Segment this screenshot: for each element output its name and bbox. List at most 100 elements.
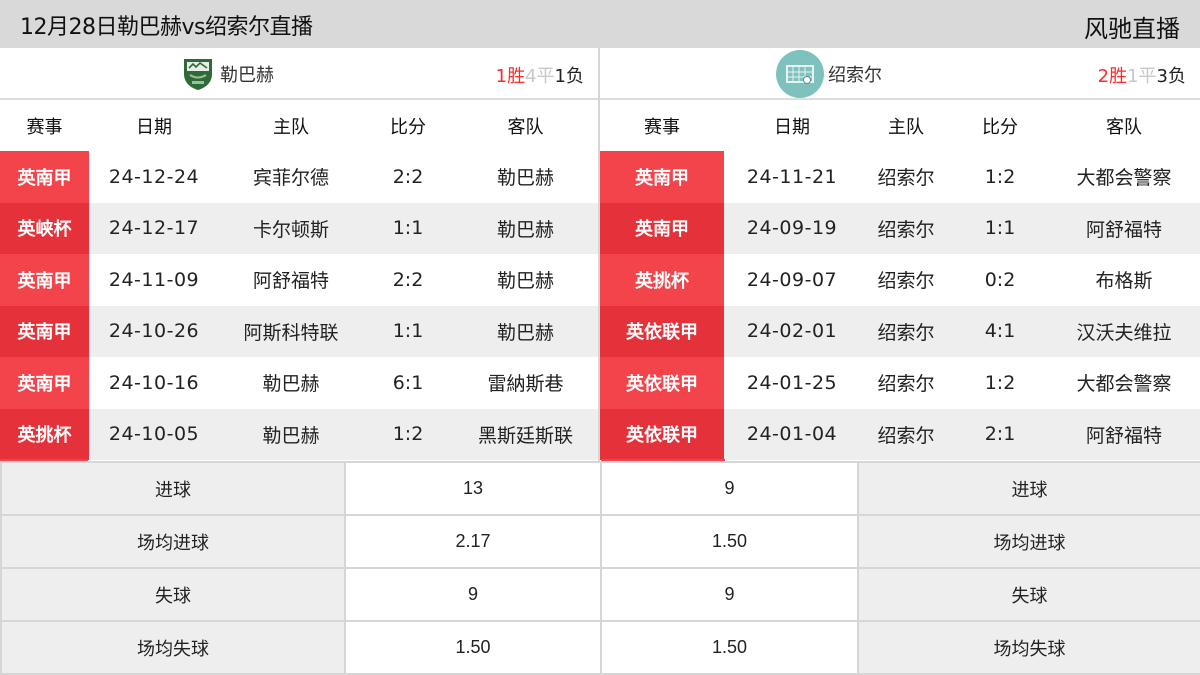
match-date: 24-09-07 — [746, 268, 838, 291]
match-row[interactable]: 英南甲 24-10-16 勒巴赫 6:1 雷納斯巷 — [0, 357, 598, 409]
stat-value-home: 13 — [344, 461, 602, 516]
away-recent-matches-table: 赛事 日期 主队 比分 客队 英南甲 24-11-21 绍索尔 1:2 大都会警察 英南甲… — [600, 100, 1200, 460]
match-score: 1:1 — [363, 202, 453, 254]
stat-value-away: 1.50 — [600, 514, 859, 569]
competition-badge: 英峡杯 — [0, 202, 89, 254]
match-score: 1:1 — [952, 202, 1048, 254]
home-team-cell: 阿舒福特 — [252, 270, 329, 293]
match-row[interactable]: 英依联甲 24-02-01 绍索尔 4:1 汉沃夫维拉 — [600, 305, 1200, 357]
record-wins: 2胜 — [1097, 66, 1128, 87]
stat-value-home: 2.17 — [344, 514, 602, 569]
stat-value-away: 9 — [600, 461, 859, 516]
brand-name: 风驰直播 — [1084, 15, 1180, 43]
home-team-cell: 绍索尔 — [877, 270, 935, 293]
competition-badge: 英依联甲 — [600, 305, 724, 357]
competition-badge: 英依联甲 — [600, 357, 724, 409]
away-team-header: 绍索尔 2胜1平3负 — [600, 48, 1200, 100]
match-date: 24-11-09 — [108, 268, 200, 291]
col-score: 比分 — [982, 116, 1018, 138]
home-team-cell: 绍索尔 — [877, 373, 935, 396]
home-team-cell: 宾菲尔德 — [252, 167, 329, 190]
away-team-record: 2胜1平3负 — [1098, 62, 1186, 88]
competition-badge: 英南甲 — [0, 357, 89, 409]
stat-value-home: 9 — [344, 567, 602, 622]
match-row[interactable]: 英南甲 24-10-26 阿斯科特联 1:1 勒巴赫 — [0, 305, 598, 357]
home-team-cell: 绍索尔 — [877, 167, 935, 190]
away-team-panel: 绍索尔 2胜1平3负 赛事 日期 主队 比分 客队 英南甲 24-11-21 绍索尔… — [600, 48, 1200, 461]
match-date: 24-09-19 — [724, 202, 860, 254]
home-team-cell: 阿斯科特联 — [219, 305, 363, 357]
match-row[interactable]: 英南甲 24-09-19 绍索尔 1:1 阿舒福特 — [600, 202, 1200, 254]
match-score: 1:2 — [984, 165, 1016, 188]
away-team-cell: 雷納斯巷 — [487, 373, 564, 396]
stat-label-home: 失球 — [0, 567, 346, 622]
record-losses: 1负 — [554, 66, 584, 87]
away-team-cell: 阿舒福特 — [1048, 408, 1200, 460]
record-draws: 4平 — [525, 66, 555, 87]
home-team-name: 勒巴赫 — [220, 65, 274, 86]
match-date: 24-12-24 — [108, 165, 200, 188]
stat-label-away: 进球 — [857, 461, 1200, 516]
match-date: 24-01-04 — [724, 408, 860, 460]
top-bar: 12月28日勒巴赫vs绍索尔直播 风驰直播 — [0, 0, 1200, 48]
away-team-cell: 大都会警察 — [1076, 167, 1172, 190]
competition-badge: 英南甲 — [0, 305, 89, 357]
stat-row: 进球 13 9 进球 — [0, 461, 1200, 516]
home-team-cell: 勒巴赫 — [262, 373, 320, 396]
col-competition: 赛事 — [644, 116, 680, 138]
match-date: 24-11-21 — [746, 165, 838, 188]
record-wins: 1胜 — [495, 66, 526, 87]
match-row[interactable]: 英依联甲 24-01-25 绍索尔 1:2 大都会警察 — [600, 357, 1200, 409]
home-team-cell: 绍索尔 — [860, 202, 952, 254]
competition-badge: 英南甲 — [600, 151, 724, 203]
goal-net-crest-icon — [776, 50, 824, 98]
competition-badge: 英南甲 — [600, 202, 724, 254]
match-row[interactable]: 英挑杯 24-09-07 绍索尔 0:2 布格斯 — [600, 254, 1200, 306]
match-score: 2:2 — [392, 268, 424, 291]
away-team[interactable]: 绍索尔 — [776, 48, 882, 100]
match-score: 6:1 — [392, 371, 424, 394]
col-home: 主队 — [888, 116, 924, 138]
match-date: 24-01-25 — [746, 371, 838, 394]
home-team-panel: 勒巴赫 1胜4平1负 赛事 日期 主队 比分 客队 英南甲 24-12-24 宾菲尔… — [0, 48, 600, 461]
table-header-row: 赛事 日期 主队 比分 客队 — [600, 100, 1200, 151]
stats-comparison: 进球 13 9 进球 场均进球 2.17 1.50 场均进球 失球 9 9 失球 场均失球 1.50 1.5… — [0, 461, 1200, 675]
shield-crest-icon — [184, 59, 212, 90]
match-date: 24-02-01 — [724, 305, 860, 357]
home-team[interactable]: 勒巴赫 — [180, 48, 274, 100]
match-row[interactable]: 英南甲 24-11-09 阿舒福特 2:2 勒巴赫 — [0, 254, 598, 306]
match-row[interactable]: 英南甲 24-12-24 宾菲尔德 2:2 勒巴赫 — [0, 151, 598, 203]
competition-badge: 英南甲 — [0, 254, 89, 306]
home-team-record: 1胜4平1负 — [496, 62, 584, 88]
stat-row: 场均进球 2.17 1.50 场均进球 — [0, 514, 1200, 569]
match-row[interactable]: 英依联甲 24-01-04 绍索尔 2:1 阿舒福特 — [600, 408, 1200, 460]
home-team-cell: 勒巴赫 — [219, 408, 363, 460]
match-row[interactable]: 英挑杯 24-10-05 勒巴赫 1:2 黑斯廷斯联 — [0, 408, 598, 460]
record-losses: 3负 — [1156, 66, 1186, 87]
away-team-cell: 勒巴赫 — [496, 167, 554, 190]
home-recent-matches-table: 赛事 日期 主队 比分 客队 英南甲 24-12-24 宾菲尔德 2:2 勒巴赫 英峡杯 2… — [0, 100, 598, 460]
stat-value-home: 1.50 — [344, 620, 602, 675]
match-score: 1:2 — [363, 408, 453, 460]
col-score: 比分 — [390, 116, 426, 138]
away-team-cell: 大都会警察 — [1076, 373, 1172, 396]
record-draws: 1平 — [1127, 66, 1157, 87]
match-score: 1:1 — [363, 305, 453, 357]
col-competition: 赛事 — [26, 116, 63, 138]
match-score: 2:1 — [952, 408, 1048, 460]
away-team-cell: 勒巴赫 — [453, 202, 598, 254]
match-date: 24-10-16 — [108, 371, 200, 394]
match-row[interactable]: 英南甲 24-11-21 绍索尔 1:2 大都会警察 — [600, 151, 1200, 203]
home-team-cell: 绍索尔 — [860, 305, 952, 357]
away-team-cell: 阿舒福特 — [1048, 202, 1200, 254]
match-date: 24-10-26 — [89, 305, 219, 357]
away-team-cell: 勒巴赫 — [453, 305, 598, 357]
home-team-cell: 卡尔顿斯 — [219, 202, 363, 254]
col-away: 客队 — [1106, 116, 1142, 138]
away-team-cell: 布格斯 — [1095, 270, 1153, 293]
match-row[interactable]: 英峡杯 24-12-17 卡尔顿斯 1:1 勒巴赫 — [0, 202, 598, 254]
match-score: 1:2 — [984, 371, 1016, 394]
match-score: 2:2 — [392, 165, 424, 188]
away-team-cell: 汉沃夫维拉 — [1048, 305, 1200, 357]
stat-label-home: 进球 — [0, 461, 346, 516]
